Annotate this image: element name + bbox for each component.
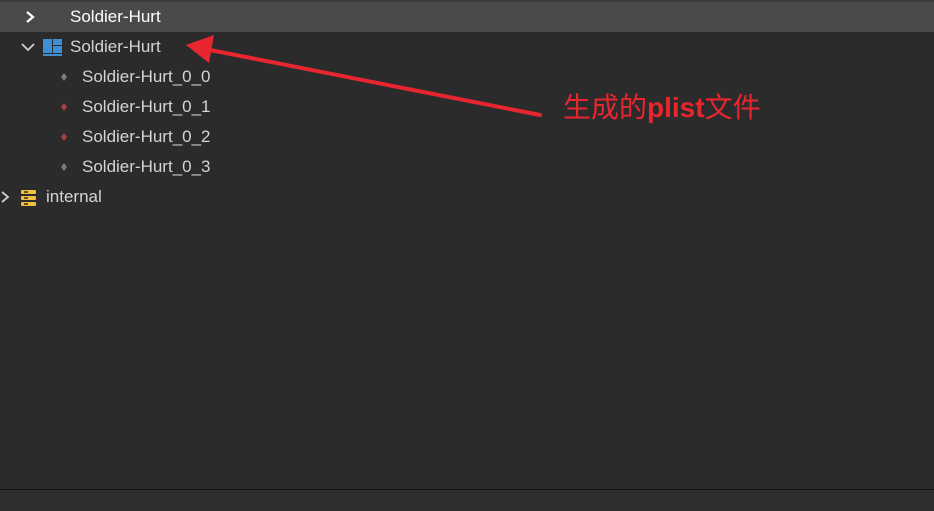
sprite-frame-icon [61,73,67,81]
frame-label: Soldier-Hurt_0_0 [82,67,211,86]
sprite-frame-icon [61,163,67,171]
sprite-atlas-icon [43,39,62,56]
tree-item-internal[interactable]: internal [0,182,934,212]
annotation-text-suffix: 文件 [704,91,761,124]
chevron-right-icon[interactable] [23,9,37,25]
header-label: Soldier-Hurt [70,7,161,26]
internal-label: internal [46,187,102,206]
sprite-frame-icon [61,133,67,141]
frame-label: Soldier-Hurt_0_1 [82,97,211,116]
tree-item-frame[interactable]: Soldier-Hurt_0_0 [0,62,934,92]
tree-item-atlas[interactable]: Soldier-Hurt [0,32,934,62]
tree-item-frame[interactable]: Soldier-Hurt_0_1 [0,92,934,122]
frame-label: Soldier-Hurt_0_2 [82,127,211,146]
annotation-text-prefix: 生成的 [563,91,648,124]
frame-label: Soldier-Hurt_0_3 [82,157,211,176]
status-bar [0,490,934,511]
tree-item-frame[interactable]: Soldier-Hurt_0_3 [0,152,934,182]
tree-item-frame[interactable]: Soldier-Hurt_0_2 [0,122,934,152]
sprite-frame-icon [61,103,67,111]
annotation-text: 生成的plist文件 [563,86,761,126]
annotation-text-bold: plist [647,92,705,123]
database-folder-icon [21,190,36,206]
atlas-label: Soldier-Hurt [70,37,161,56]
chevron-down-icon[interactable] [20,41,36,53]
tree-header-row[interactable]: Soldier-Hurt [0,2,934,32]
chevron-right-icon[interactable] [0,189,12,205]
